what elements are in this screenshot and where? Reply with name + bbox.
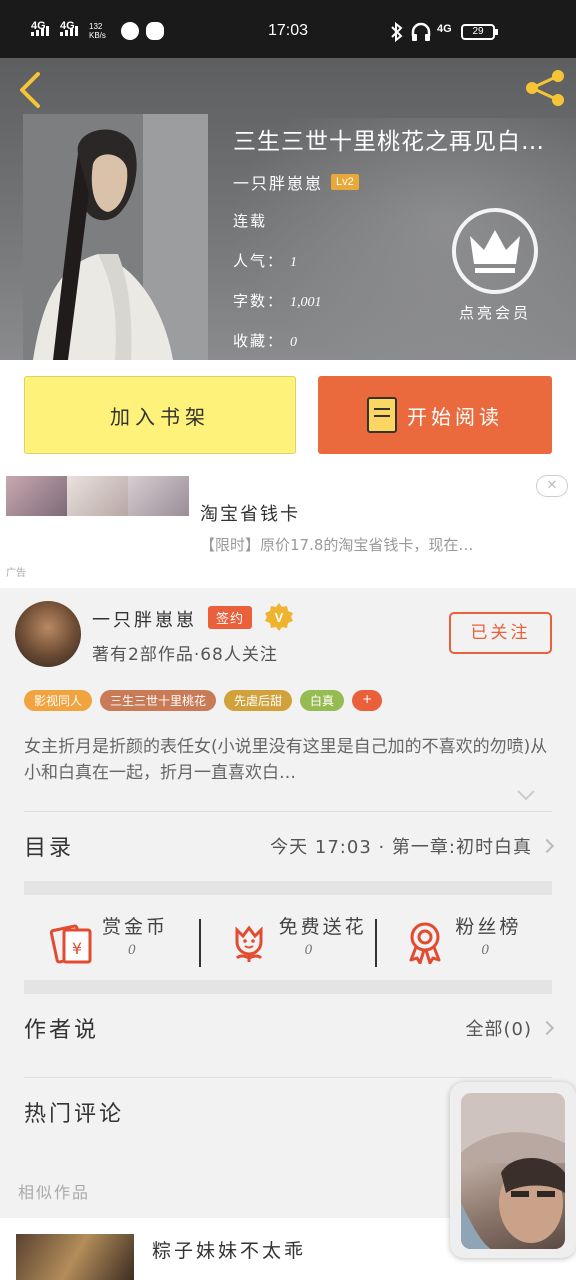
popularity-value: 1 xyxy=(290,255,298,270)
book-status: 连载 xyxy=(233,212,268,230)
fan-ranking-count: 0 xyxy=(481,942,489,958)
video-thumbnail xyxy=(461,1093,565,1249)
tag-more-button[interactable]: + xyxy=(352,690,383,711)
cover-figure-illustration xyxy=(23,114,208,360)
tag-item[interactable]: 三生三世十里桃花 xyxy=(100,690,217,711)
share-button[interactable] xyxy=(522,68,568,108)
chevron-right-icon xyxy=(539,838,555,854)
ad-close-button[interactable]: ✕ xyxy=(536,475,568,497)
svg-text:¥: ¥ xyxy=(72,939,82,958)
word-count-value: 1,001 xyxy=(290,295,322,310)
header-author-name[interactable]: 一只胖崽崽 xyxy=(233,170,323,194)
section-separator xyxy=(24,980,552,994)
author-stats: 著有2部作品·68人关注 xyxy=(92,645,278,665)
author-line: 一只胖崽崽 Lv2 xyxy=(233,170,359,194)
medal-icon xyxy=(409,922,441,964)
back-button[interactable] xyxy=(14,70,50,110)
flower-icon xyxy=(235,925,263,962)
favorites-label: 收藏： xyxy=(233,332,285,350)
verified-label: V xyxy=(275,610,284,625)
crown-icon xyxy=(452,208,538,294)
ad-image xyxy=(6,476,189,516)
popularity-row: 人气： 1 xyxy=(233,250,297,271)
start-reading-label: 开始阅读 xyxy=(407,404,503,429)
book-header: 三生三世十里桃花之再见白… 一只胖崽崽 Lv2 连载 人气： 1 字数： 1,001… xyxy=(0,58,576,360)
toc-label: 目录 xyxy=(24,836,75,861)
action-bar: 加入书架 开始阅读 xyxy=(0,360,576,470)
vip-button[interactable]: 点亮会员 xyxy=(450,208,540,323)
tag-list: 影视同人 三生三世十里桃花 先虐后甜 白真 + xyxy=(24,690,383,711)
author-says-count: 全部(0) xyxy=(465,1019,532,1040)
book-cover-image[interactable] xyxy=(23,114,208,360)
reward-coins-count: 0 xyxy=(128,942,136,958)
follow-button[interactable]: 已关注 xyxy=(449,612,552,654)
status-bar: 4G 4G 132 KB/s 17:03 4G 29 xyxy=(0,0,576,58)
ad-label: 广告 xyxy=(6,568,26,579)
author-says-row[interactable]: 作者说 全部(0) xyxy=(24,1008,555,1048)
similar-work-cover xyxy=(16,1234,134,1280)
fan-ranking-button[interactable]: 粉丝榜 0 xyxy=(377,896,552,990)
red-envelope-icon: ¥ xyxy=(50,924,92,964)
word-count-row: 字数： 1,001 xyxy=(233,290,322,311)
section-separator xyxy=(24,881,552,895)
add-to-shelf-button[interactable]: 加入书架 xyxy=(24,376,296,454)
divider xyxy=(24,1077,552,1078)
tag-item[interactable]: 影视同人 xyxy=(24,690,93,711)
divider xyxy=(24,811,552,812)
author-name[interactable]: 一只胖崽崽 xyxy=(92,606,197,632)
similar-works-label: 相似作品 xyxy=(18,1183,91,1202)
table-of-contents-row[interactable]: 目录 今天 17:03 · 第一章:初时白真 xyxy=(24,826,555,866)
free-flower-count: 0 xyxy=(304,942,313,958)
book-icon xyxy=(367,397,397,433)
battery-level: 29 xyxy=(472,26,484,37)
chevron-down-icon[interactable] xyxy=(516,788,536,802)
book-title: 三生三世十里桃花之再见白… xyxy=(233,129,545,155)
free-flower-label: 免费送花 xyxy=(278,916,367,938)
verified-v-icon: V xyxy=(265,603,293,631)
ad-banner[interactable]: 淘宝省钱卡 【限时】原价17.8的淘宝省钱卡，现在… ✕ 广告 xyxy=(0,470,576,588)
headphones-icon xyxy=(411,22,431,41)
vip-label: 点亮会员 xyxy=(458,304,531,322)
hot-comments-label: 热门评论 xyxy=(24,1102,125,1127)
author-avatar[interactable] xyxy=(15,601,81,667)
popularity-label: 人气： xyxy=(233,252,285,270)
author-level-badge: Lv2 xyxy=(331,174,359,190)
reward-coins-label: 赏金币 xyxy=(102,916,169,938)
favorites-row: 收藏： 0 xyxy=(233,330,297,351)
fan-ranking-label: 粉丝榜 xyxy=(455,916,522,938)
floating-video-window[interactable] xyxy=(450,1082,576,1258)
chevron-right-icon xyxy=(539,1020,555,1036)
battery-icon: 29 xyxy=(461,24,498,40)
net-type: 4G xyxy=(437,23,452,35)
ad-title: 淘宝省钱卡 xyxy=(200,504,300,525)
signed-badge: 签约 xyxy=(208,606,253,629)
tag-item[interactable]: 白真 xyxy=(300,690,345,711)
ad-description: 【限时】原价17.8的淘宝省钱卡，现在… xyxy=(200,536,474,554)
tag-item[interactable]: 先虐后甜 xyxy=(224,690,293,711)
latest-chapter: 今天 17:03 · 第一章:初时白真 xyxy=(270,837,532,858)
word-count-label: 字数： xyxy=(233,292,285,310)
book-intro[interactable]: 女主折月是折颜的表任女(小说里没有这里是自己加的不喜欢的勿喷)从小和白真在一起，… xyxy=(24,734,552,786)
free-flower-button[interactable]: 免费送花 0 xyxy=(201,896,376,990)
gift-bar: ¥ 赏金币 0 免费送花 0 粉丝榜 0 xyxy=(24,896,552,990)
reward-coins-button[interactable]: ¥ 赏金币 0 xyxy=(24,896,199,990)
favorites-value: 0 xyxy=(290,335,298,350)
start-reading-button[interactable]: 开始阅读 xyxy=(318,376,552,454)
bluetooth-icon xyxy=(391,22,403,42)
author-says-label: 作者说 xyxy=(24,1018,100,1043)
similar-work-title: 粽子妹妹不太乖 xyxy=(152,1240,307,1262)
